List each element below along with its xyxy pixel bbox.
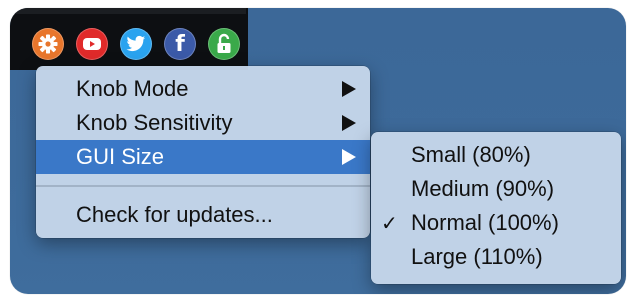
submenu-item-label: Normal (100%): [411, 210, 559, 235]
unlock-icon[interactable]: [208, 28, 240, 60]
submenu-arrow-icon: [342, 115, 356, 131]
twitter-icon[interactable]: [120, 28, 152, 60]
menu-item-label: Check for updates...: [76, 202, 273, 227]
youtube-icon[interactable]: [76, 28, 108, 60]
facebook-icon[interactable]: f: [164, 28, 196, 60]
menu-item-gui-size[interactable]: GUI Size: [36, 140, 370, 174]
submenu-item-label: Large (110%): [411, 244, 543, 269]
app-background: f Knob Mode Knob Sensitivity GUI Size Ch…: [10, 8, 626, 294]
menu-item-knob-sensitivity[interactable]: Knob Sensitivity: [36, 106, 370, 140]
submenu-item-small[interactable]: Small (80%): [371, 138, 621, 172]
submenu-arrow-icon: [342, 81, 356, 97]
toolbar: f: [10, 8, 248, 70]
menu-item-check-for-updates[interactable]: Check for updates...: [36, 198, 370, 232]
gui-size-submenu: Small (80%) Medium (90%) ✓ Normal (100%)…: [371, 132, 621, 284]
submenu-item-label: Small (80%): [411, 142, 531, 167]
menu-item-label: Knob Mode: [76, 76, 189, 101]
menu-item-label: Knob Sensitivity: [76, 110, 233, 135]
submenu-item-large[interactable]: Large (110%): [371, 240, 621, 274]
settings-gear-icon[interactable]: [32, 28, 64, 60]
context-menu: Knob Mode Knob Sensitivity GUI Size Chec…: [36, 66, 370, 238]
facebook-icon-label: f: [175, 31, 185, 57]
submenu-item-normal[interactable]: ✓ Normal (100%): [371, 206, 621, 240]
menu-separator: [36, 185, 370, 187]
toolbar-top-strip: [10, 8, 246, 14]
menu-item-label: GUI Size: [76, 144, 165, 169]
menu-item-knob-mode[interactable]: Knob Mode: [36, 72, 370, 106]
submenu-item-medium[interactable]: Medium (90%): [371, 172, 621, 206]
submenu-arrow-icon: [342, 149, 356, 165]
submenu-item-label: Medium (90%): [411, 176, 555, 201]
checkmark-icon: ✓: [381, 211, 398, 235]
